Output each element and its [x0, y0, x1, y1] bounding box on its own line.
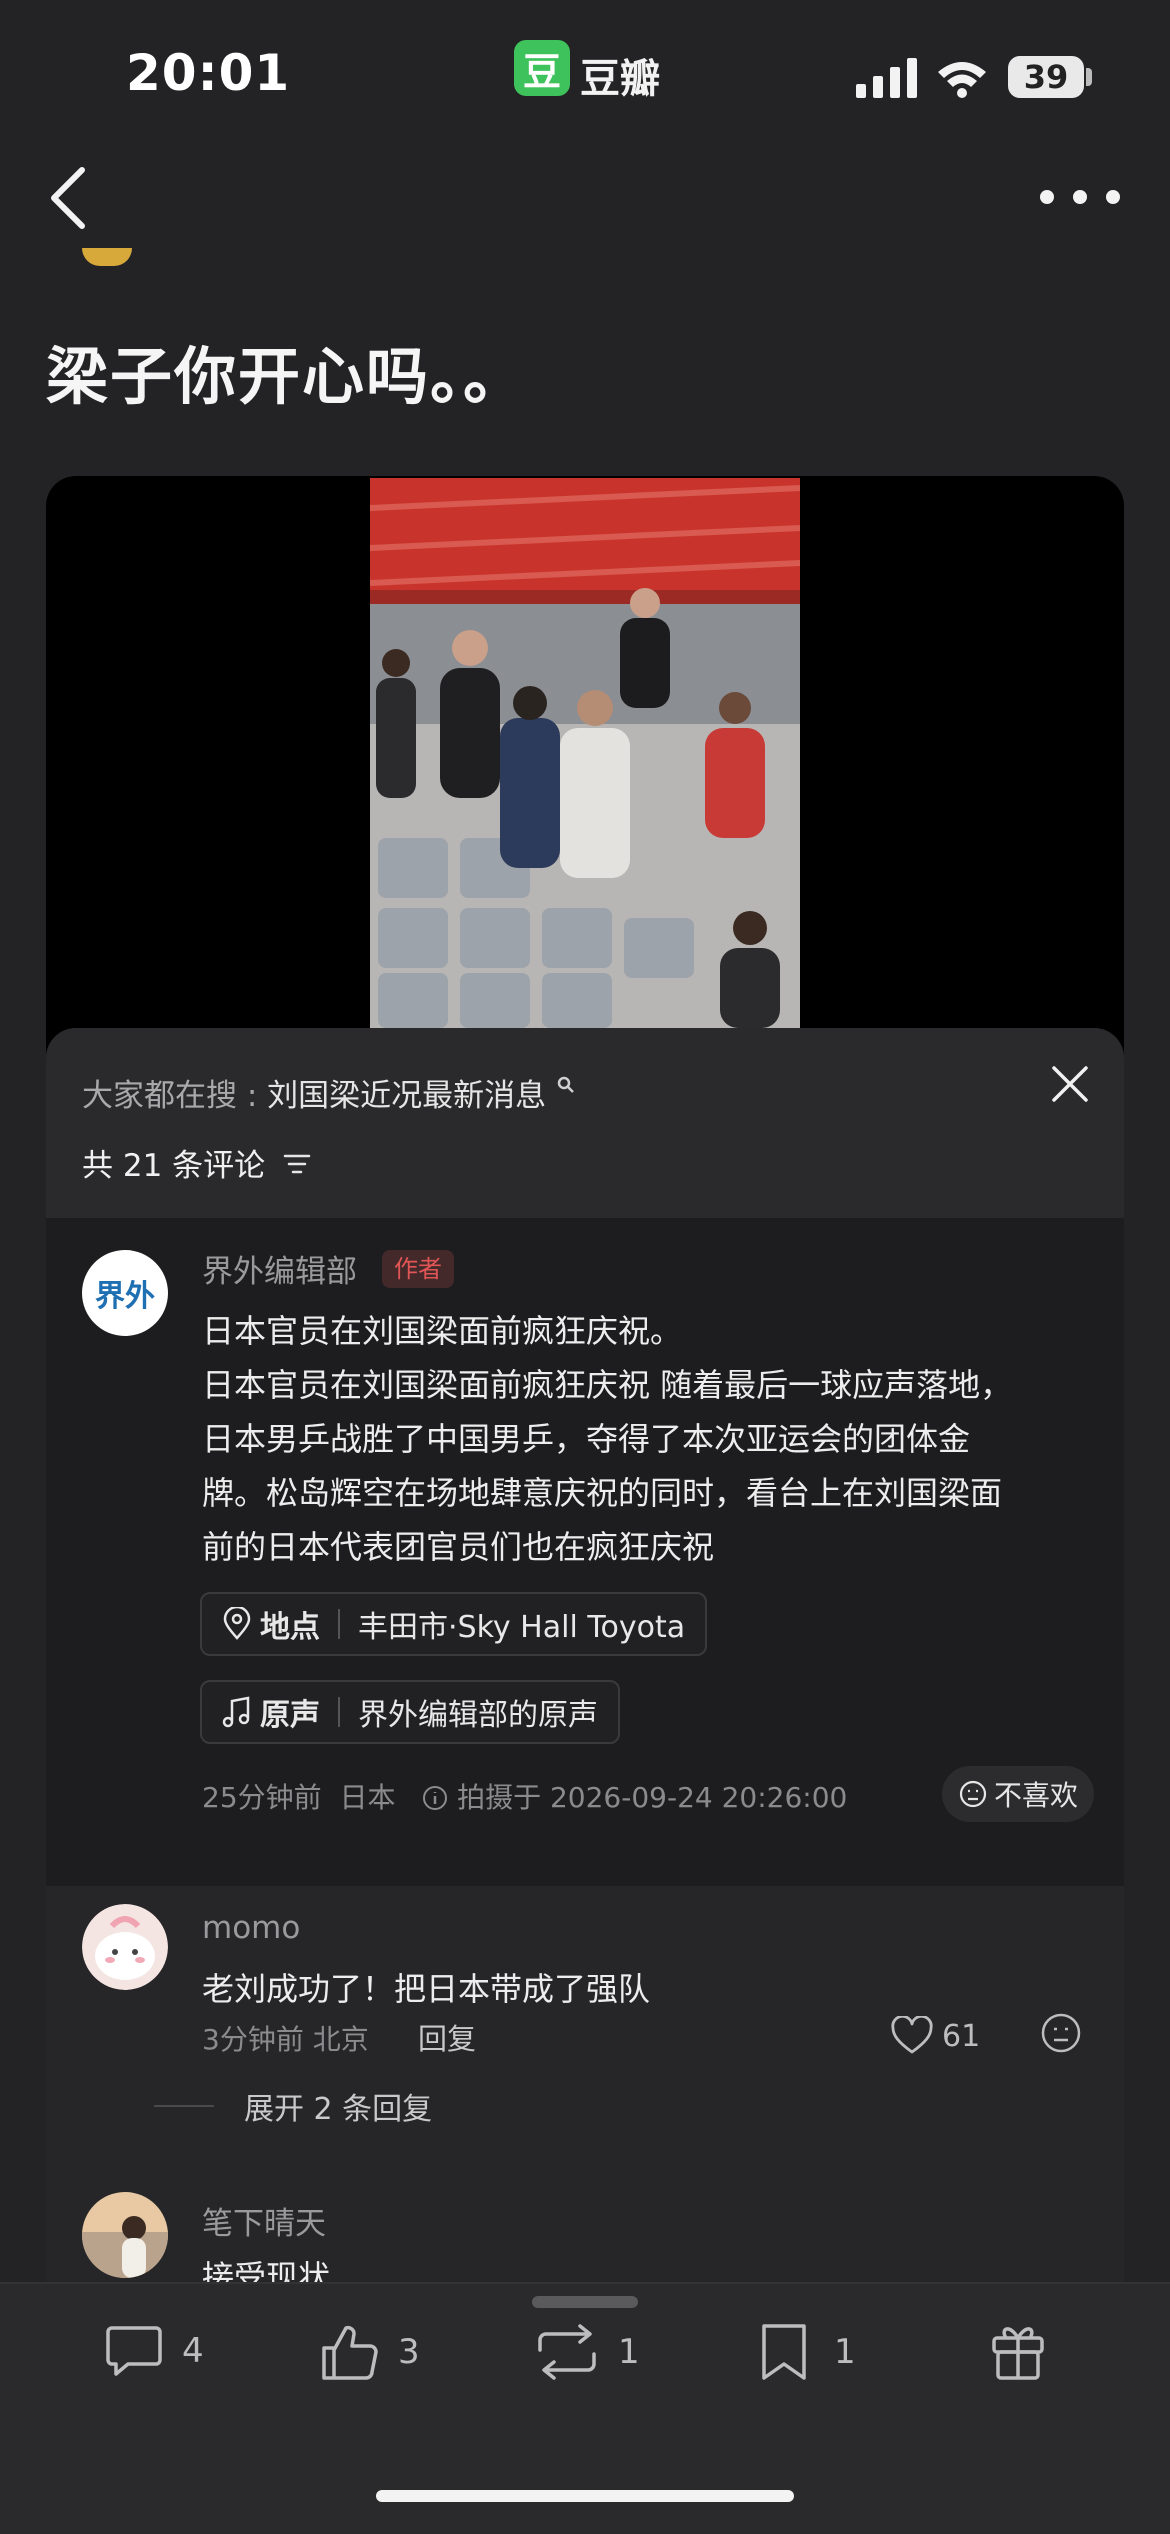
like-button[interactable]: 61: [890, 2016, 980, 2056]
location-pin-icon: [223, 1607, 251, 1640]
video-thumbnail[interactable]: [370, 478, 800, 1030]
audio-chip[interactable]: 原声 界外编辑部的原声: [200, 1680, 620, 1744]
author-avatar[interactable]: 界外: [82, 1250, 168, 1336]
location-chip[interactable]: 地点 丰田市·Sky Hall Toyota: [200, 1592, 708, 1656]
author-post-text: 日本官员在刘国梁面前疯狂庆祝。 日本官员在刘国梁面前疯狂庆祝 随着最后一球应声落…: [202, 1312, 1013, 1566]
heart-icon: [891, 2016, 933, 2054]
repost-action[interactable]: 1: [534, 2322, 640, 2382]
comment-text: 老刘成功了！把日本带成了强队: [202, 1970, 651, 2008]
author-avatar-partial: [82, 248, 132, 266]
more-options-button[interactable]: [1040, 180, 1120, 214]
dislike-icon[interactable]: [1040, 2012, 1082, 2054]
comment-action[interactable]: 4: [104, 2322, 204, 2380]
app-name: 豆瓣: [580, 56, 660, 102]
unhappy-face-icon: [959, 1780, 987, 1808]
douban-app-icon: 豆: [514, 40, 570, 96]
commenter-name[interactable]: momo: [202, 1910, 300, 1946]
battery-nub: [1086, 68, 1092, 86]
sheet-header: [46, 1028, 1124, 1218]
gift-icon[interactable]: [990, 2320, 1046, 2382]
status-time: 20:01: [126, 44, 291, 102]
back-arrow-icon[interactable]: [40, 160, 100, 236]
home-indicator[interactable]: [376, 2490, 794, 2502]
save-action[interactable]: 1: [758, 2322, 856, 2382]
sheet-drag-handle[interactable]: [532, 2296, 638, 2308]
author-badge: 作者: [382, 1250, 454, 1288]
info-icon: [423, 1786, 448, 1810]
search-prefix: 大家都在搜 :: [82, 1078, 268, 1114]
commenter-name[interactable]: 笔下晴天: [202, 2198, 326, 2243]
sort-icon[interactable]: [283, 1152, 311, 1176]
reply-button[interactable]: 回复: [418, 2016, 476, 2058]
search-keyword[interactable]: 刘国梁近况最新消息: [267, 1078, 546, 1114]
trending-search[interactable]: 大家都在搜 : 刘国梁近况最新消息: [82, 1070, 576, 1115]
author-name[interactable]: 界外编辑部: [202, 1246, 357, 1291]
wifi-icon: [938, 62, 986, 98]
music-note-icon: [222, 1696, 250, 1728]
repost-icon: [538, 2324, 596, 2380]
avatar[interactable]: [82, 1904, 168, 1990]
comment-sheet: 大家都在搜 : 刘国梁近况最新消息 共 21 条评论 界外 界外编辑部 作者 日…: [46, 1028, 1124, 2282]
battery-icon: 39: [1008, 56, 1084, 98]
comment-count[interactable]: 共 21 条评论: [82, 1140, 311, 1185]
thumbs-up-icon: [322, 2325, 378, 2380]
comment-text: 接受现状: [202, 2258, 331, 2282]
expand-replies[interactable]: 展开 2 条回复: [154, 2084, 432, 2128]
bookmark-icon: [762, 2324, 806, 2380]
like-action[interactable]: 3: [320, 2322, 420, 2382]
comment-bubble-icon: [106, 2326, 162, 2376]
post-meta: 25分钟前 日本 拍摄于 2026-09-24 20:26:00: [202, 1781, 848, 1814]
dislike-button[interactable]: 不喜欢: [942, 1766, 1095, 1822]
avatar[interactable]: [82, 2192, 168, 2278]
signal-icon: [856, 58, 917, 98]
search-icon: [557, 1076, 574, 1093]
comment-meta: 3分钟前 北京: [202, 2023, 369, 2056]
post-title: 梁子你开心吗。。: [46, 340, 528, 413]
close-icon[interactable]: [1048, 1062, 1092, 1106]
